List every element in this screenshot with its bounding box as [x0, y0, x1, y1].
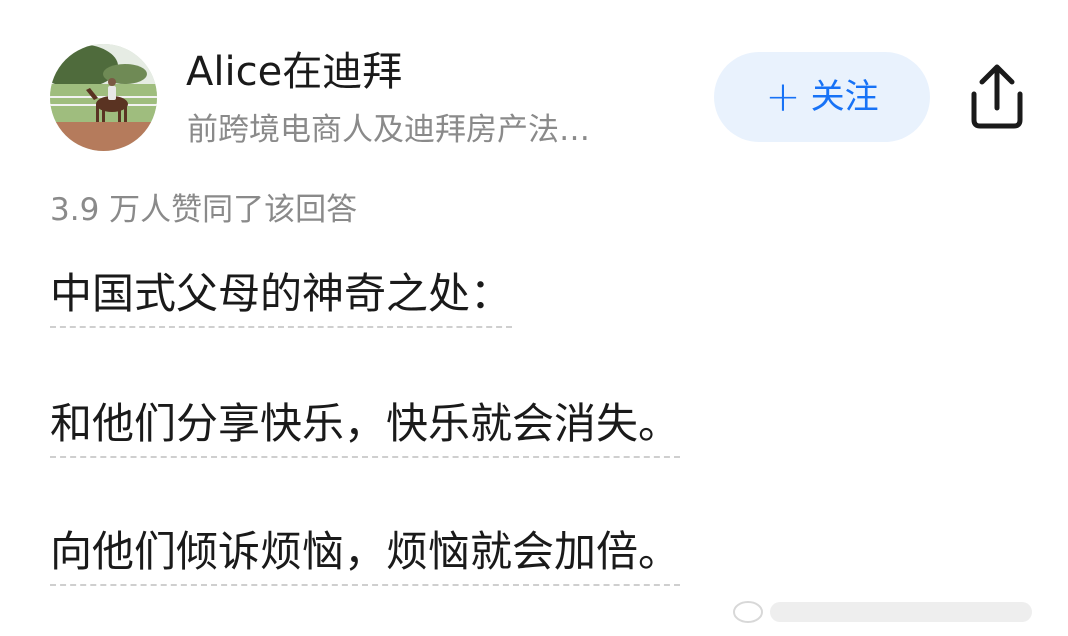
watermark — [726, 592, 1068, 632]
share-button[interactable] — [962, 60, 1032, 136]
share-icon — [971, 64, 1023, 129]
author-avatar[interactable] — [50, 44, 157, 151]
answer-paragraph: 和他们分享快乐，快乐就会消失。 — [50, 396, 681, 458]
answer-card: Alice在迪拜 前跨境电商人及迪拜房产法… + 关注 3.9 万人赞同了该回答… — [0, 0, 1068, 636]
plus-icon: + — [765, 72, 801, 121]
follow-button-label: 关注 — [810, 77, 879, 117]
answer-paragraph: 向他们倾诉烦恼，烦恼就会加倍。 — [50, 524, 681, 586]
follow-button[interactable]: + 关注 — [714, 52, 930, 142]
answer-paragraph: 中国式父母的神奇之处： — [50, 266, 513, 328]
vote-count: 3.9 万人赞同了该回答 — [50, 192, 358, 228]
author-bio: 前跨境电商人及迪拜房产法… — [187, 112, 590, 148]
avatar-horse-rider-icon — [50, 44, 157, 151]
author-name[interactable]: Alice在迪拜 — [186, 46, 402, 98]
